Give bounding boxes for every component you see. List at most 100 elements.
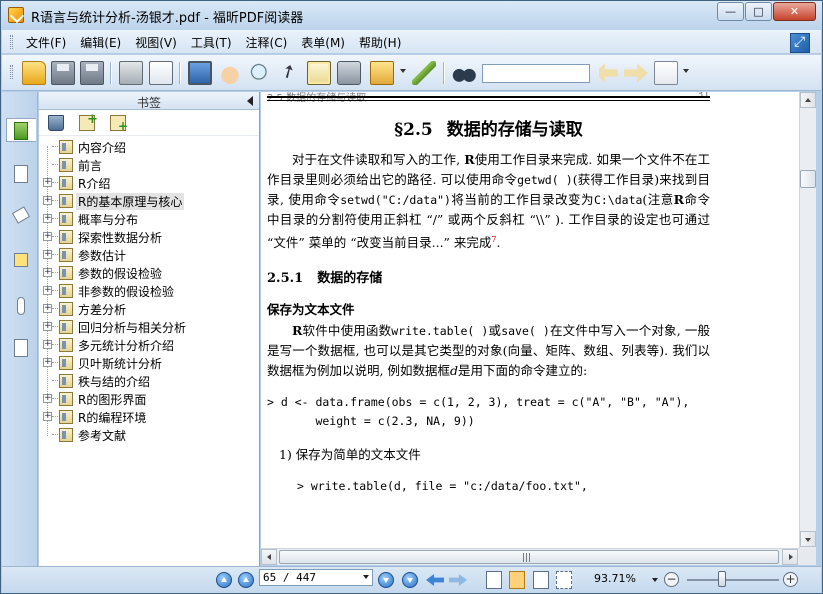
horizontal-scroll-thumb[interactable]: |||	[279, 550, 779, 564]
expand-icon[interactable]: +	[43, 250, 52, 259]
find-options-dropdown-icon[interactable]	[683, 69, 689, 73]
menu-item[interactable]: 帮助(H)	[359, 34, 401, 51]
continuous-view-icon[interactable]	[509, 571, 525, 589]
delete-bookmark-icon[interactable]	[48, 115, 64, 131]
vertical-scroll-thumb[interactable]	[800, 170, 816, 188]
zoom-in-icon[interactable]: +	[783, 572, 798, 587]
find-next-icon[interactable]	[624, 63, 648, 83]
menu-item[interactable]: 视图(V)	[135, 34, 177, 51]
last-page-icon[interactable]	[402, 572, 418, 588]
menu-item[interactable]: 注释(C)	[246, 34, 288, 51]
bookmark-item[interactable]: + R的基本原理与核心	[39, 192, 259, 210]
expand-icon[interactable]: +	[43, 214, 52, 223]
comments-tab[interactable]	[10, 250, 32, 274]
snapshot-icon[interactable]	[337, 61, 361, 85]
zoom-level[interactable]: 93.71%	[594, 572, 636, 585]
hand-tool-icon[interactable]	[218, 61, 242, 85]
previous-page-icon[interactable]	[238, 572, 254, 588]
expand-icon[interactable]: +	[43, 394, 52, 403]
scroll-down-icon[interactable]	[800, 531, 816, 547]
horizontal-scrollbar[interactable]: |||	[261, 548, 799, 565]
toolbar-grip[interactable]	[10, 65, 13, 79]
facing-view-icon[interactable]	[533, 571, 549, 589]
print-icon[interactable]	[119, 61, 143, 85]
sign-icon[interactable]	[412, 61, 436, 85]
expand-icon[interactable]: +	[43, 358, 52, 367]
expand-icon[interactable]: +	[43, 322, 52, 331]
bookmark-item[interactable]: 参考文献	[39, 426, 259, 444]
bookmark-item[interactable]: + 探索性数据分析	[39, 228, 259, 246]
attachments-tab[interactable]	[10, 294, 32, 318]
expand-icon[interactable]: +	[43, 178, 52, 187]
next-page-icon[interactable]	[378, 572, 394, 588]
collapse-panel-icon[interactable]	[247, 96, 253, 106]
bookmark-item[interactable]: 前言	[39, 156, 259, 174]
page-dropdown-icon[interactable]	[361, 570, 372, 583]
scroll-left-icon[interactable]	[261, 549, 277, 565]
rms-dropdown-icon[interactable]	[400, 69, 406, 73]
find-icon[interactable]	[452, 61, 476, 85]
layers-tab[interactable]	[10, 206, 32, 230]
menu-item[interactable]: 编辑(E)	[80, 34, 121, 51]
zoom-dropdown-icon[interactable]	[652, 578, 658, 582]
bookmark-item[interactable]: + 方差分析	[39, 300, 259, 318]
title-bar[interactable]: R语言与统计分析-汤银才.pdf - 福昕PDF阅读器 — □ ✕	[1, 1, 822, 29]
continuous-facing-view-icon[interactable]	[556, 571, 572, 589]
find-prev-icon[interactable]	[594, 63, 618, 83]
add-child-bookmark-icon[interactable]	[110, 115, 128, 133]
bookmark-item[interactable]: + 非参数的假设检验	[39, 282, 259, 300]
menu-item[interactable]: 工具(T)	[191, 34, 232, 51]
menu-item[interactable]: 表单(M)	[301, 34, 345, 51]
menu-grip[interactable]	[10, 35, 13, 49]
scroll-up-icon[interactable]	[800, 92, 816, 108]
expand-icon[interactable]: +	[43, 412, 52, 421]
save-icon[interactable]	[51, 61, 75, 85]
signatures-tab[interactable]	[10, 336, 32, 360]
minimize-button[interactable]: —	[717, 2, 744, 21]
bookmark-item[interactable]: + 参数估计	[39, 246, 259, 264]
bookmark-item[interactable]: 秩与结的介绍	[39, 372, 259, 390]
open-folder-icon[interactable]	[22, 61, 46, 85]
zoom-out-icon[interactable]: −	[664, 572, 679, 587]
first-page-icon[interactable]	[216, 572, 232, 588]
zoom-tool-icon[interactable]	[248, 61, 272, 85]
select-tool-icon[interactable]	[278, 61, 302, 85]
scroll-right-icon[interactable]	[782, 549, 798, 565]
email-icon[interactable]	[149, 61, 173, 85]
fullscreen-icon[interactable]	[188, 61, 212, 85]
find-input[interactable]	[482, 64, 590, 83]
text-select-icon[interactable]	[307, 61, 331, 85]
go-back-icon[interactable]	[426, 574, 444, 586]
maximize-button[interactable]: □	[745, 2, 772, 21]
expand-icon[interactable]: +	[43, 286, 52, 295]
go-forward-icon[interactable]	[449, 574, 467, 586]
page-number-input[interactable]	[259, 569, 373, 586]
bookmark-item[interactable]: + R的图形界面	[39, 390, 259, 408]
bookmark-item[interactable]: + 多元统计分析介绍	[39, 336, 259, 354]
bookmark-item[interactable]: + 贝叶斯统计分析	[39, 354, 259, 372]
bookmark-item[interactable]: 内容介绍	[39, 138, 259, 156]
expand-icon[interactable]: +	[43, 196, 52, 205]
menu-item[interactable]: 文件(F)	[26, 34, 66, 51]
document-view[interactable]: 2.5 数据的存储与读取 31 §2.5 数据的存储与读取 对于在文件读取和写入的…	[261, 92, 799, 548]
expand-icon[interactable]: +	[43, 268, 52, 277]
add-bookmark-icon[interactable]	[79, 112, 98, 131]
pages-tab[interactable]	[10, 162, 32, 186]
expand-icon[interactable]: +	[43, 304, 52, 313]
bookmark-item[interactable]: + 回归分析与相关分析	[39, 318, 259, 336]
expand-icon[interactable]: +	[43, 232, 52, 241]
vertical-scrollbar[interactable]	[799, 92, 816, 548]
bookmark-item[interactable]: + R介绍	[39, 174, 259, 192]
bookmark-item[interactable]: + R的编程环境	[39, 408, 259, 426]
bookmark-item[interactable]: + 参数的假设检验	[39, 264, 259, 282]
close-button[interactable]: ✕	[773, 2, 816, 21]
bookmarks-tab[interactable]	[6, 118, 36, 142]
rms-icon[interactable]	[370, 61, 394, 85]
find-options-icon[interactable]	[654, 61, 678, 85]
zoom-slider[interactable]	[687, 579, 779, 581]
bookmark-item[interactable]: + 概率与分布	[39, 210, 259, 228]
zoom-slider-thumb[interactable]	[717, 571, 726, 587]
expand-icon[interactable]: +	[43, 340, 52, 349]
single-page-view-icon[interactable]	[486, 571, 502, 589]
save-as-icon[interactable]	[80, 61, 104, 85]
